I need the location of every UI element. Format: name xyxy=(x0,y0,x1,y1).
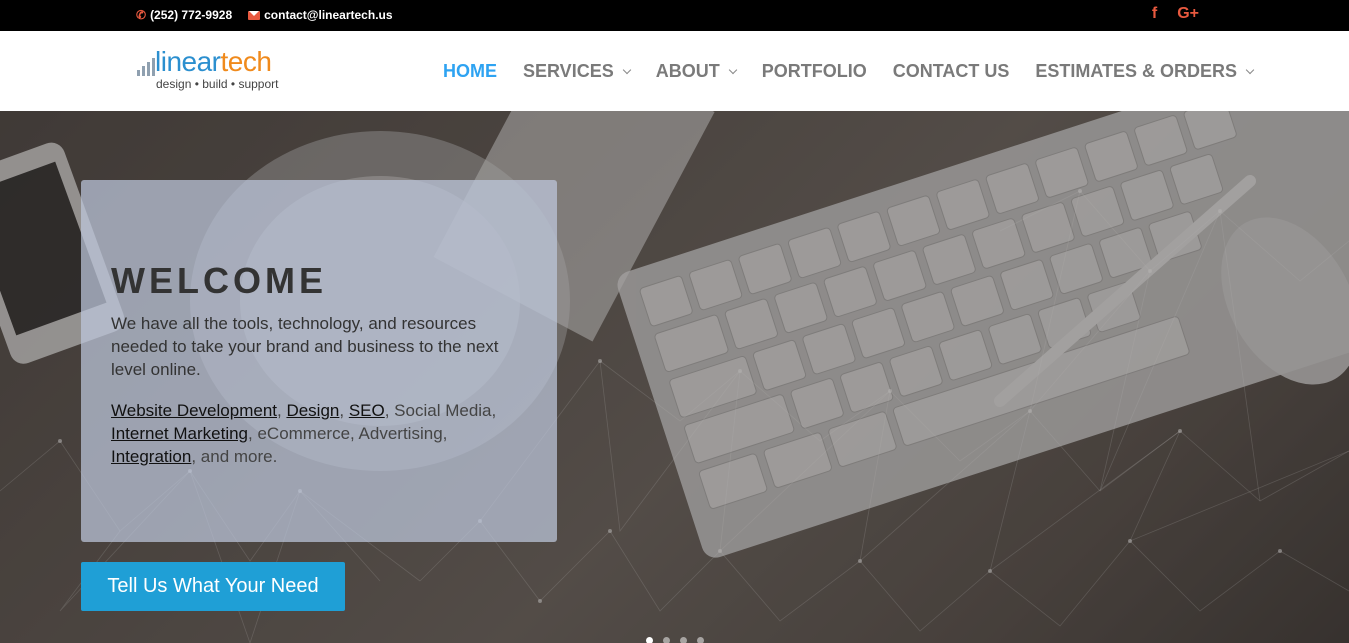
nav-estimates-orders[interactable]: ESTIMATES & ORDERS xyxy=(1035,61,1255,82)
top-bar: ✆ (252) 772-9928 contact@lineartech.us f… xyxy=(0,0,1349,31)
slide-dot-3[interactable] xyxy=(680,637,687,643)
welcome-card: WELCOME We have all the tools, technolog… xyxy=(81,180,557,542)
logo[interactable]: lineartech design • build • support xyxy=(137,46,297,98)
slide-dot-4[interactable] xyxy=(697,637,704,643)
nav-home[interactable]: HOME xyxy=(443,61,497,82)
link-design[interactable]: Design xyxy=(286,401,339,420)
cta-button[interactable]: Tell Us What Your Need xyxy=(81,562,345,611)
slider-pagination xyxy=(646,637,704,643)
phone-number: (252) 772-9928 xyxy=(150,8,233,22)
logo-tagline: design • build • support xyxy=(156,77,279,91)
link-website-development[interactable]: Website Development xyxy=(111,401,277,420)
mail-icon xyxy=(248,10,261,20)
email-address: contact@lineartech.us xyxy=(264,8,393,22)
nav-contact-us[interactable]: CONTACT US xyxy=(893,61,1010,82)
link-seo[interactable]: SEO xyxy=(349,401,385,420)
email-item[interactable]: contact@lineartech.us xyxy=(248,8,393,22)
slide-dot-2[interactable] xyxy=(663,637,670,643)
slide-dot-1[interactable] xyxy=(646,637,653,643)
chevron-down-icon xyxy=(728,65,737,74)
facebook-icon[interactable]: f xyxy=(1152,5,1157,23)
main-nav: HOME SERVICES ABOUT PORTFOLIO CONTACT US… xyxy=(443,61,1255,82)
google-plus-icon[interactable]: G+ xyxy=(1177,5,1199,23)
social-links: f G+ xyxy=(1152,5,1199,23)
hero-slider: WELCOME We have all the tools, technolog… xyxy=(0,111,1349,643)
logo-bars-icon xyxy=(137,58,155,76)
site-header: lineartech design • build • support HOME… xyxy=(0,31,1349,111)
logo-wordmark: lineartech xyxy=(155,46,272,77)
nav-services[interactable]: SERVICES xyxy=(523,61,631,82)
services-list: Website Development, Design, SEO, Social… xyxy=(111,401,497,466)
link-internet-marketing[interactable]: Internet Marketing xyxy=(111,424,248,443)
phone-item[interactable]: ✆ (252) 772-9928 xyxy=(136,8,232,22)
phone-icon: ✆ xyxy=(136,8,147,22)
chevron-down-icon xyxy=(622,65,631,74)
welcome-description: We have all the tools, technology, and r… xyxy=(111,314,499,379)
nav-about[interactable]: ABOUT xyxy=(656,61,737,82)
nav-portfolio[interactable]: PORTFOLIO xyxy=(762,61,867,82)
contact-info: ✆ (252) 772-9928 contact@lineartech.us xyxy=(136,8,393,22)
welcome-heading: WELCOME xyxy=(111,260,327,301)
chevron-down-icon xyxy=(1245,65,1255,74)
link-integration[interactable]: Integration xyxy=(111,447,191,466)
